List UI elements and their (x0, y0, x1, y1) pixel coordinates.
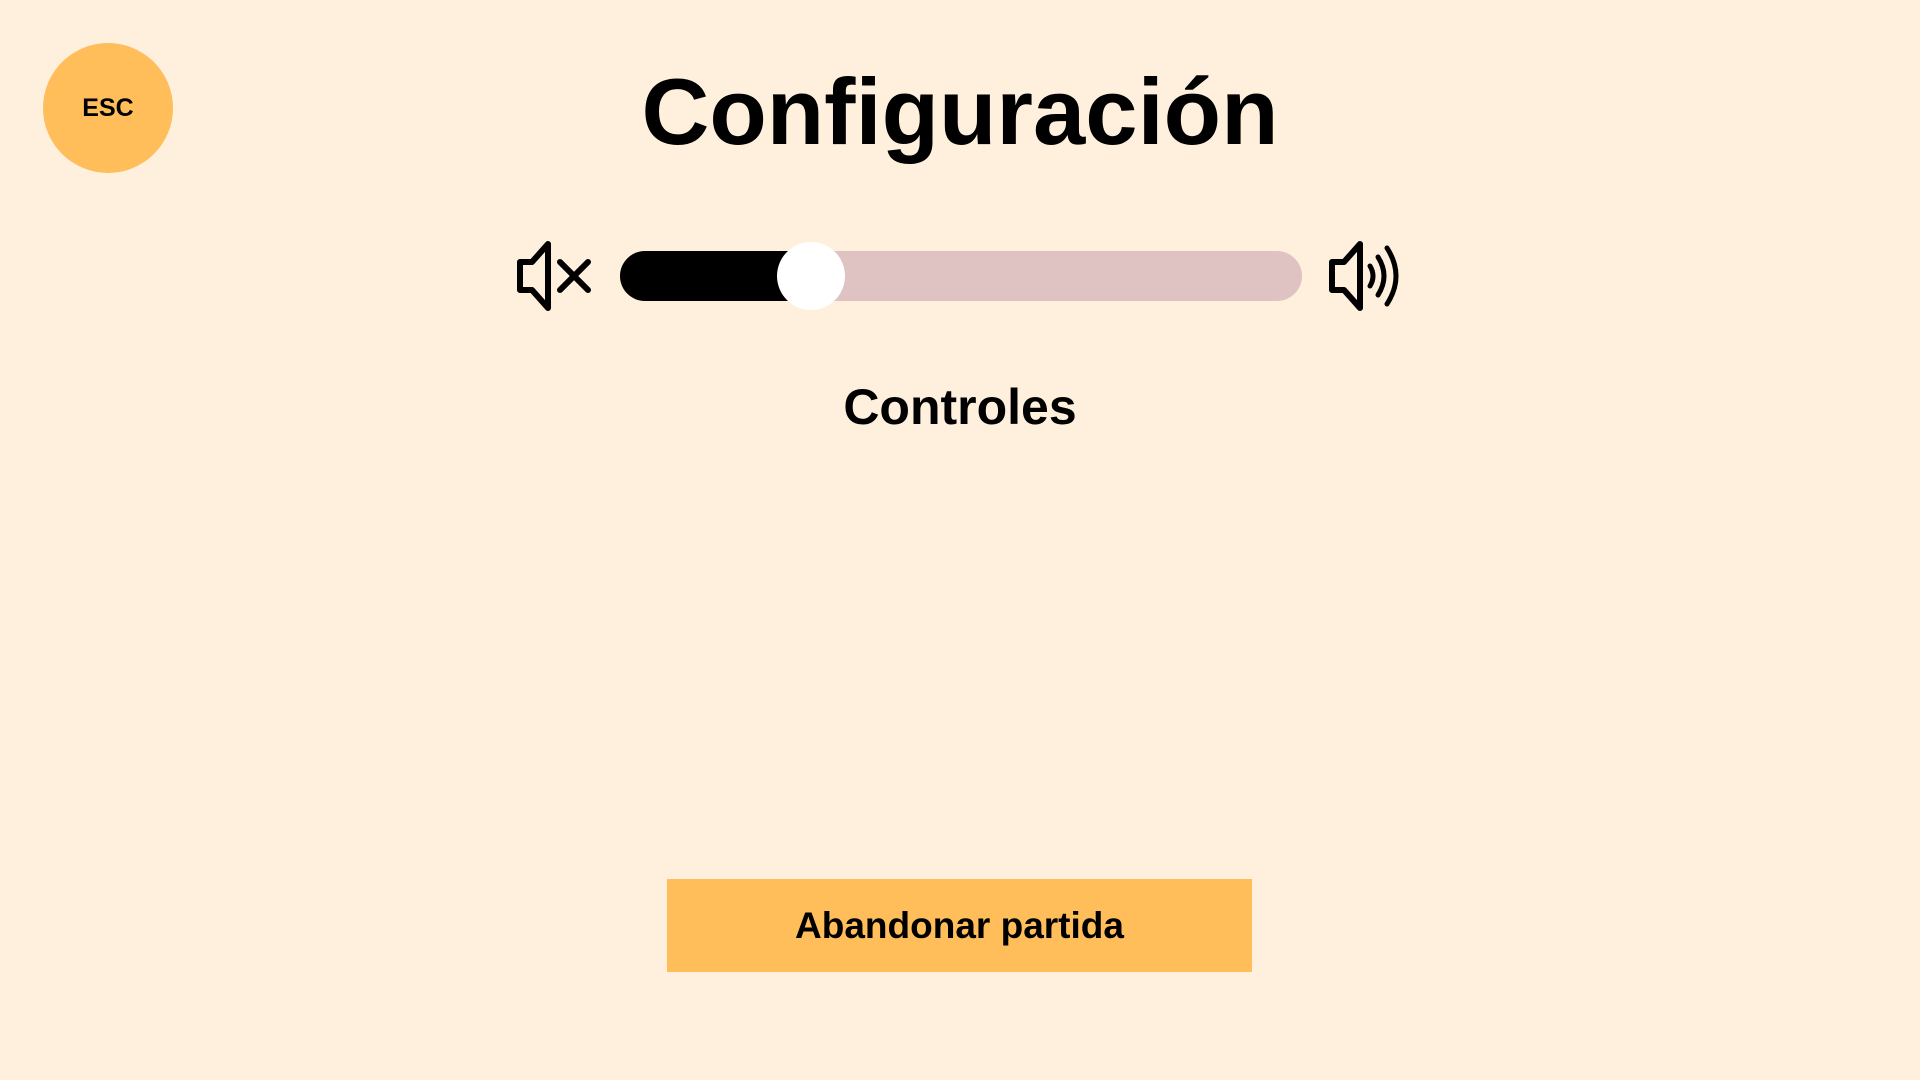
volume-control (514, 238, 1406, 314)
speaker-mute-icon[interactable] (514, 238, 594, 314)
volume-slider-thumb[interactable] (776, 242, 845, 310)
controls-heading: Controles (843, 379, 1077, 435)
settings-screen: { "colors": { "background": "#FFF0DE", "… (0, 0, 1920, 1080)
speaker-volume-high-icon[interactable] (1326, 238, 1406, 314)
page-title: Configuración (641, 59, 1279, 164)
volume-slider[interactable] (620, 242, 1302, 310)
abandon-game-button[interactable]: Abandonar partida (667, 879, 1252, 972)
